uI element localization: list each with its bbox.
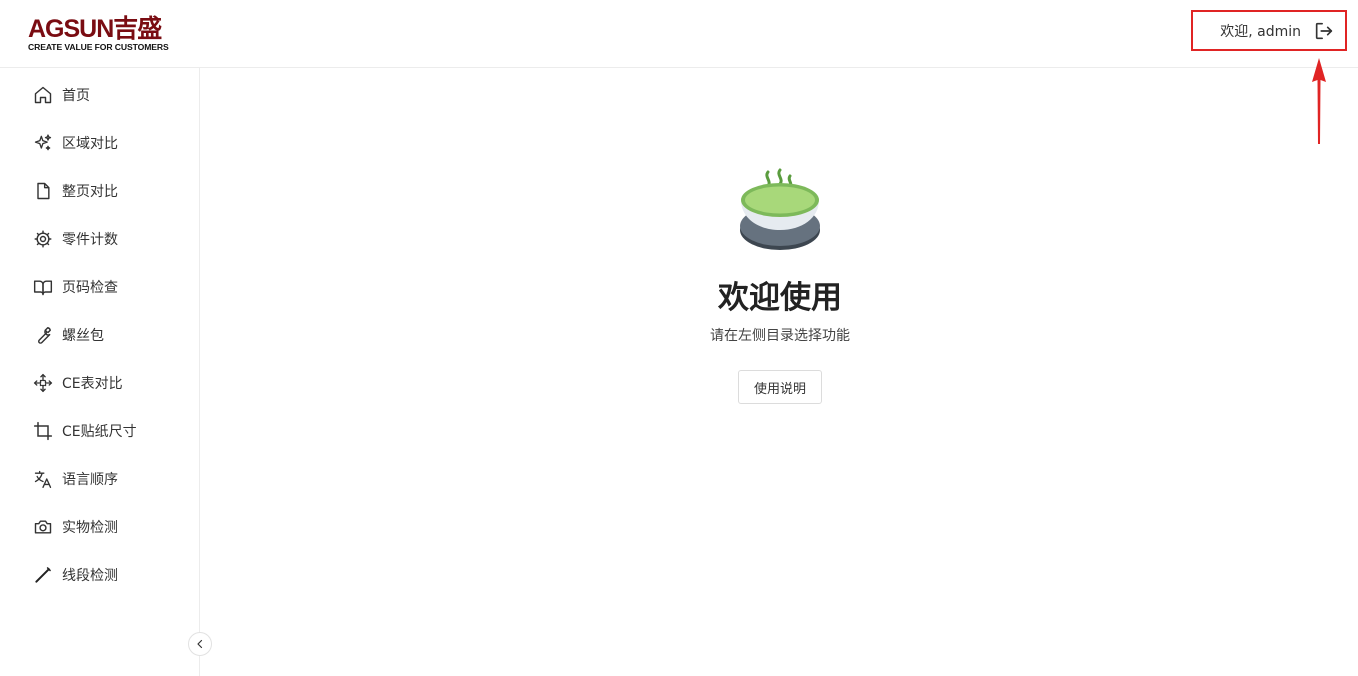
logo-wordmark: AGSUN吉盛 bbox=[28, 15, 162, 43]
move-icon bbox=[32, 372, 54, 394]
sidebar-item-object-detection[interactable]: 实物检测 bbox=[32, 512, 182, 542]
sparkles-icon bbox=[32, 132, 54, 154]
sidebar-item-label: 实物检测 bbox=[62, 520, 118, 536]
sidebar-collapse-button[interactable] bbox=[188, 632, 212, 656]
welcome-subtitle: 请在左侧目录选择功能 bbox=[710, 328, 850, 344]
sidebar-item-part-count[interactable]: 零件计数 bbox=[32, 224, 182, 254]
wrench-icon bbox=[32, 324, 54, 346]
sidebar-item-ce-table-compare[interactable]: CE表对比 bbox=[32, 368, 182, 398]
cog-icon bbox=[32, 228, 54, 250]
sidebar-item-line-detection[interactable]: 线段检测 bbox=[32, 560, 182, 590]
sidebar-item-label: 线段检测 bbox=[62, 568, 118, 584]
sidebar-item-label: 页码检查 bbox=[62, 280, 118, 296]
sidebar-item-screw-pack[interactable]: 螺丝包 bbox=[32, 320, 182, 350]
sidebar-item-home[interactable]: 首页 bbox=[32, 80, 182, 110]
sidebar-item-label: 整页对比 bbox=[62, 184, 118, 200]
sidebar-item-label: 首页 bbox=[62, 88, 90, 104]
chevron-left-icon bbox=[194, 638, 206, 650]
logo-tagline: CREATE VALUE FOR CUSTOMERS bbox=[28, 42, 169, 52]
sidebar-item-label: CE表对比 bbox=[62, 376, 123, 392]
sidebar-item-label: 螺丝包 bbox=[62, 328, 104, 344]
usage-instructions-button[interactable]: 使用说明 bbox=[738, 370, 822, 404]
sidebar-item-label: 语言顺序 bbox=[62, 472, 118, 488]
welcome-title: 欢迎使用 bbox=[718, 280, 842, 316]
sidebar-item-label: 零件计数 bbox=[62, 232, 118, 248]
home-icon bbox=[32, 84, 54, 106]
sidebar-nav: 首页 区域对比 整页对比 零件计数 页码检查 螺丝包 CE表对比 CE贴纸尺寸 … bbox=[0, 68, 200, 676]
user-account-area: 欢迎, admin bbox=[1191, 10, 1347, 51]
file-icon bbox=[32, 180, 54, 202]
sidebar-item-region-compare[interactable]: 区域对比 bbox=[32, 128, 182, 158]
user-greeting: 欢迎, admin bbox=[1220, 23, 1301, 40]
sidebar-item-ce-sticker-size[interactable]: CE贴纸尺寸 bbox=[32, 416, 182, 446]
sidebar-item-label: 区域对比 bbox=[62, 136, 118, 152]
sidebar-item-page-compare[interactable]: 整页对比 bbox=[32, 176, 182, 206]
sidebar-item-language-order[interactable]: 语言顺序 bbox=[32, 464, 182, 494]
top-header: AGSUN吉盛 CREATE VALUE FOR CUSTOMERS 欢迎, a… bbox=[0, 0, 1358, 68]
camera-icon bbox=[32, 516, 54, 538]
tea-bowl-illustration bbox=[740, 168, 820, 250]
sidebar-item-page-number-check[interactable]: 页码检查 bbox=[32, 272, 182, 302]
book-open-icon bbox=[32, 276, 54, 298]
languages-icon bbox=[32, 468, 54, 490]
annotation-arrow bbox=[1312, 58, 1326, 144]
sidebar-item-label: CE贴纸尺寸 bbox=[62, 424, 137, 440]
logout-icon[interactable] bbox=[1313, 20, 1335, 42]
agsun-logo[interactable]: AGSUN吉盛 CREATE VALUE FOR CUSTOMERS bbox=[28, 16, 178, 56]
pen-line-icon bbox=[32, 564, 54, 586]
crop-icon bbox=[32, 420, 54, 442]
